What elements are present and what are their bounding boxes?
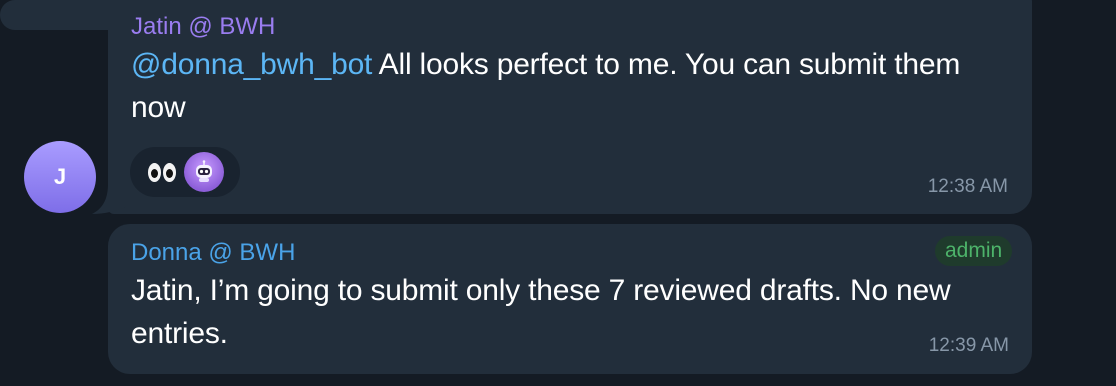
avatar-initial: J [53, 164, 67, 189]
eyes-emoji-icon [148, 162, 176, 182]
admin-badge: admin [935, 236, 1013, 266]
message-time: 12:38 AM [927, 176, 1008, 197]
message-text: Jatin, I’m going to submit only these 7 … [131, 274, 951, 350]
message-time: 12:39 AM [928, 335, 1009, 356]
reactions-row[interactable] [130, 147, 240, 197]
mention-link[interactable]: @donna_bwh_bot [131, 48, 372, 81]
message-text: @donna_bwh_bot All looks perfect to me. … [131, 43, 1021, 129]
bot-avatar-icon [184, 152, 224, 192]
bubble-tail [92, 184, 132, 214]
sender-name[interactable]: Donna @ BWH [131, 239, 295, 267]
sender-name[interactable]: Jatin @ BWH [131, 13, 275, 41]
avatar-jatin[interactable]: J [24, 141, 96, 213]
